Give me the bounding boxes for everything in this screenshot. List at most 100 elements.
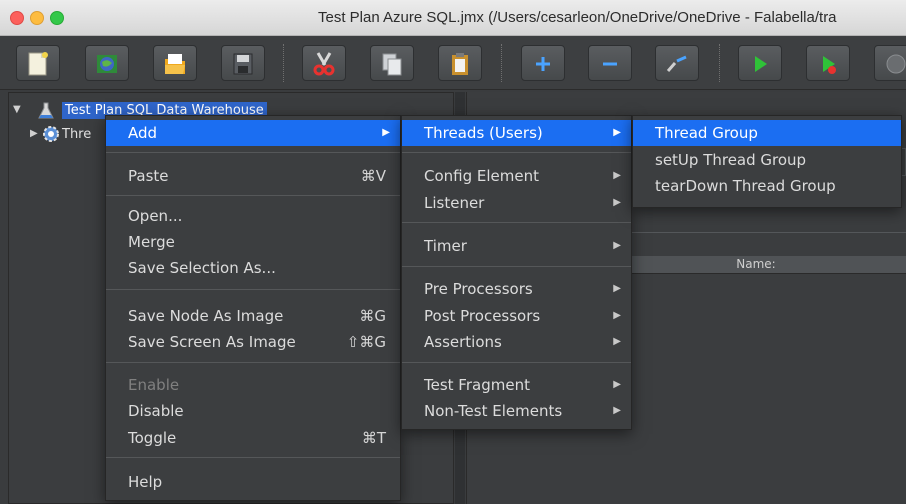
submenu-arrow-icon: ▶ bbox=[613, 197, 621, 208]
copy-icon bbox=[382, 53, 402, 76]
menu-separator bbox=[106, 195, 400, 196]
submenu-arrow-icon: ▶ bbox=[613, 127, 621, 138]
test-plan-icon bbox=[38, 102, 54, 119]
window-title: Test Plan Azure SQL.jmx (/Users/cesarleo… bbox=[318, 9, 837, 26]
cut-icon bbox=[313, 52, 335, 76]
submenu-item-post-processors[interactable]: Post Processors ▶ bbox=[402, 303, 631, 329]
menu-separator bbox=[402, 222, 631, 223]
add-submenu: Threads (Users) ▶ Config Element ▶ Liste… bbox=[401, 115, 632, 430]
menu-item-shortcut: ⌘T bbox=[361, 429, 386, 447]
stop-button[interactable] bbox=[874, 45, 906, 81]
submenu-item-timer[interactable]: Timer ▶ bbox=[402, 233, 631, 259]
menu-item-save-selection-as[interactable]: Save Selection As... bbox=[106, 255, 400, 281]
menu-item-enable: Enable bbox=[106, 372, 400, 398]
save-icon bbox=[233, 53, 253, 75]
menu-item-label: Help bbox=[128, 473, 163, 491]
new-icon bbox=[28, 52, 48, 76]
start-no-pause-button[interactable] bbox=[806, 45, 850, 81]
expand-icon bbox=[536, 57, 550, 71]
menu-item-open[interactable]: Open... bbox=[106, 203, 400, 229]
cut-button[interactable] bbox=[302, 45, 346, 81]
thread-group-icon bbox=[43, 126, 59, 142]
menu-item-toggle[interactable]: Toggle ⌘T bbox=[106, 425, 400, 451]
maximize-window-button[interactable] bbox=[50, 11, 64, 25]
submenu-item-listener[interactable]: Listener ▶ bbox=[402, 190, 631, 216]
menu-item-label: Paste bbox=[128, 167, 169, 185]
menu-item-label: Pre Processors bbox=[424, 280, 533, 298]
menu-item-label: tearDown Thread Group bbox=[655, 177, 836, 195]
submenu-item-threads-users[interactable]: Threads (Users) ▶ bbox=[402, 120, 631, 146]
menu-item-label: Save Node As Image bbox=[128, 307, 284, 325]
menu-item-label: Listener bbox=[424, 194, 485, 212]
open-button[interactable] bbox=[153, 45, 197, 81]
close-window-button[interactable] bbox=[10, 11, 24, 25]
menu-item-save-screen-as-image[interactable]: Save Screen As Image ⇧⌘G bbox=[106, 329, 400, 355]
submenu-arrow-icon: ▶ bbox=[613, 336, 621, 347]
collapse-icon bbox=[603, 62, 617, 66]
menu-separator bbox=[402, 266, 631, 267]
collapse-all-button[interactable] bbox=[588, 45, 632, 81]
toolbar bbox=[0, 36, 906, 90]
menu-item-disable[interactable]: Disable bbox=[106, 398, 400, 424]
menu-item-label: Toggle bbox=[128, 429, 177, 447]
submenu-arrow-icon: ▶ bbox=[613, 405, 621, 416]
submenu-arrow-icon: ▶ bbox=[613, 283, 621, 294]
stop-icon bbox=[886, 54, 906, 74]
toggle-button[interactable] bbox=[655, 45, 699, 81]
menu-item-label: setUp Thread Group bbox=[655, 151, 807, 169]
context-menu: Add ▶ Paste ⌘V Open... Merge Save Select… bbox=[105, 115, 401, 501]
menu-item-merge[interactable]: Merge bbox=[106, 229, 400, 255]
menu-item-label: Save Screen As Image bbox=[128, 333, 296, 351]
menu-item-label: Thread Group bbox=[655, 124, 758, 142]
submenu-item-setup-thread-group[interactable]: setUp Thread Group bbox=[633, 147, 901, 173]
menu-item-help[interactable]: Help bbox=[106, 469, 400, 495]
toggle-icon bbox=[666, 55, 687, 72]
menu-item-save-node-as-image[interactable]: Save Node As Image ⌘G bbox=[106, 303, 400, 329]
expand-all-button[interactable] bbox=[521, 45, 565, 81]
menu-separator bbox=[106, 457, 400, 458]
copy-button[interactable] bbox=[370, 45, 414, 81]
menu-separator bbox=[106, 289, 400, 290]
menu-separator bbox=[402, 362, 631, 363]
menu-item-label: Save Selection As... bbox=[128, 259, 276, 277]
menu-item-label: Test Fragment bbox=[424, 376, 530, 394]
submenu-arrow-icon: ▶ bbox=[613, 170, 621, 181]
submenu-arrow-icon: ▶ bbox=[382, 127, 390, 138]
submenu-item-pre-processors[interactable]: Pre Processors ▶ bbox=[402, 276, 631, 302]
new-button[interactable] bbox=[16, 45, 60, 81]
submenu-item-teardown-thread-group[interactable]: tearDown Thread Group bbox=[633, 173, 901, 199]
submenu-item-thread-group[interactable]: Thread Group bbox=[633, 120, 901, 146]
menu-item-label: Open... bbox=[128, 207, 183, 225]
submenu-item-config-element[interactable]: Config Element ▶ bbox=[402, 163, 631, 189]
toolbar-separator bbox=[501, 44, 502, 82]
submenu-item-assertions[interactable]: Assertions ▶ bbox=[402, 329, 631, 355]
open-icon bbox=[165, 54, 185, 74]
templates-button[interactable] bbox=[85, 45, 129, 81]
submenu-item-test-fragment[interactable]: Test Fragment ▶ bbox=[402, 372, 631, 398]
submenu-item-non-test-elements[interactable]: Non-Test Elements ▶ bbox=[402, 398, 631, 424]
menu-item-label: Timer bbox=[424, 237, 467, 255]
menu-item-shortcut: ⌘G bbox=[359, 307, 386, 325]
paste-icon bbox=[452, 53, 468, 75]
save-button[interactable] bbox=[221, 45, 265, 81]
submenu-arrow-icon: ▶ bbox=[613, 240, 621, 251]
toolbar-separator bbox=[719, 44, 720, 82]
start-no-pause-icon bbox=[823, 56, 836, 74]
expand-triangle-icon[interactable]: ▼ bbox=[13, 104, 21, 115]
collapse-triangle-icon[interactable]: ▶ bbox=[30, 128, 38, 139]
menu-item-label: Post Processors bbox=[424, 307, 541, 325]
menu-item-label: Add bbox=[128, 124, 158, 142]
menu-item-label: Merge bbox=[128, 233, 175, 251]
menu-separator bbox=[106, 152, 400, 153]
menu-item-paste[interactable]: Paste ⌘V bbox=[106, 163, 400, 189]
tree-node-thread-group[interactable]: Thre bbox=[62, 126, 91, 143]
minimize-window-button[interactable] bbox=[30, 11, 44, 25]
menu-item-label: Enable bbox=[128, 376, 180, 394]
menu-separator bbox=[106, 362, 400, 363]
menu-item-add[interactable]: Add ▶ bbox=[106, 120, 400, 146]
paste-button[interactable] bbox=[438, 45, 482, 81]
start-icon bbox=[755, 56, 767, 72]
toolbar-separator bbox=[283, 44, 284, 82]
start-button[interactable] bbox=[738, 45, 782, 81]
menu-item-label: Assertions bbox=[424, 333, 502, 351]
